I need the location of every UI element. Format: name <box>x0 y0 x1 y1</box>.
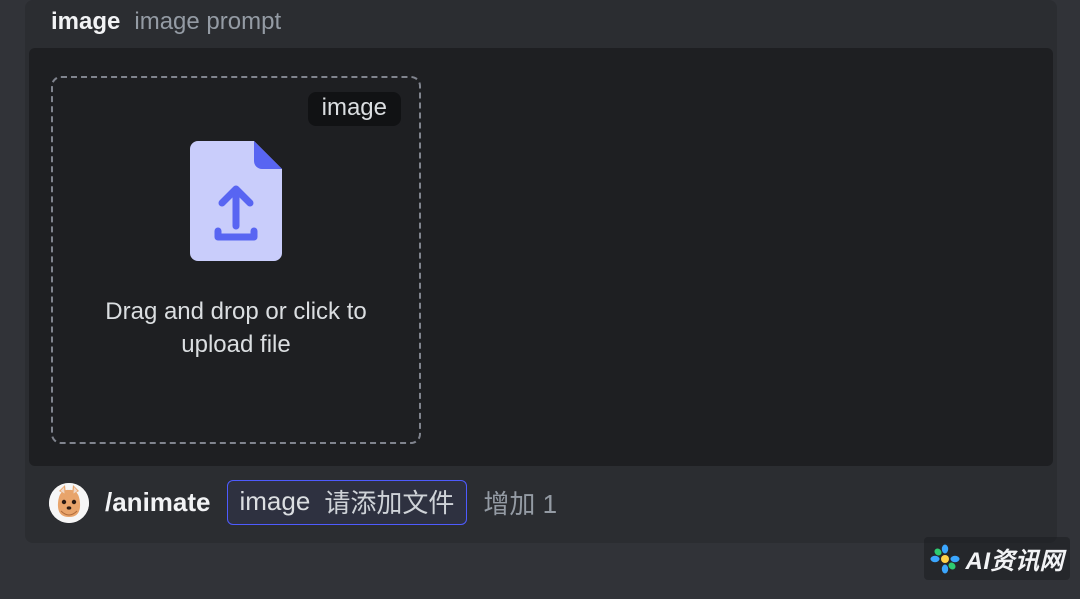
add-more-option[interactable]: 增加 1 <box>483 484 557 521</box>
dropzone-hint: Drag and drop or click to upload file <box>86 296 386 361</box>
panel-body: image Drag and drop or click to upload f… <box>29 48 1053 466</box>
watermark-logo-icon <box>930 544 960 574</box>
upload-dropzone[interactable]: image Drag and drop or click to upload f… <box>51 76 421 444</box>
watermark-text: AI资讯网 <box>966 541 1065 576</box>
dropzone-badge: image <box>308 92 401 126</box>
param-value: 请添加文件 <box>324 483 454 520</box>
param-chip[interactable]: image 请添加文件 <box>227 480 468 525</box>
command-name[interactable]: /animate <box>105 487 211 518</box>
panel-header-subtitle: image prompt <box>134 8 281 36</box>
avatar[interactable] <box>49 483 89 523</box>
command-panel: image image prompt image Drag and drop o… <box>25 0 1057 543</box>
watermark: AI资讯网 <box>924 537 1071 580</box>
param-name: image <box>240 486 311 517</box>
panel-header-title: image <box>51 8 120 36</box>
upload-file-icon <box>190 141 282 266</box>
panel-header: image image prompt <box>25 0 1057 44</box>
composer-row: /animate image 请添加文件 增加 1 <box>25 466 1057 543</box>
